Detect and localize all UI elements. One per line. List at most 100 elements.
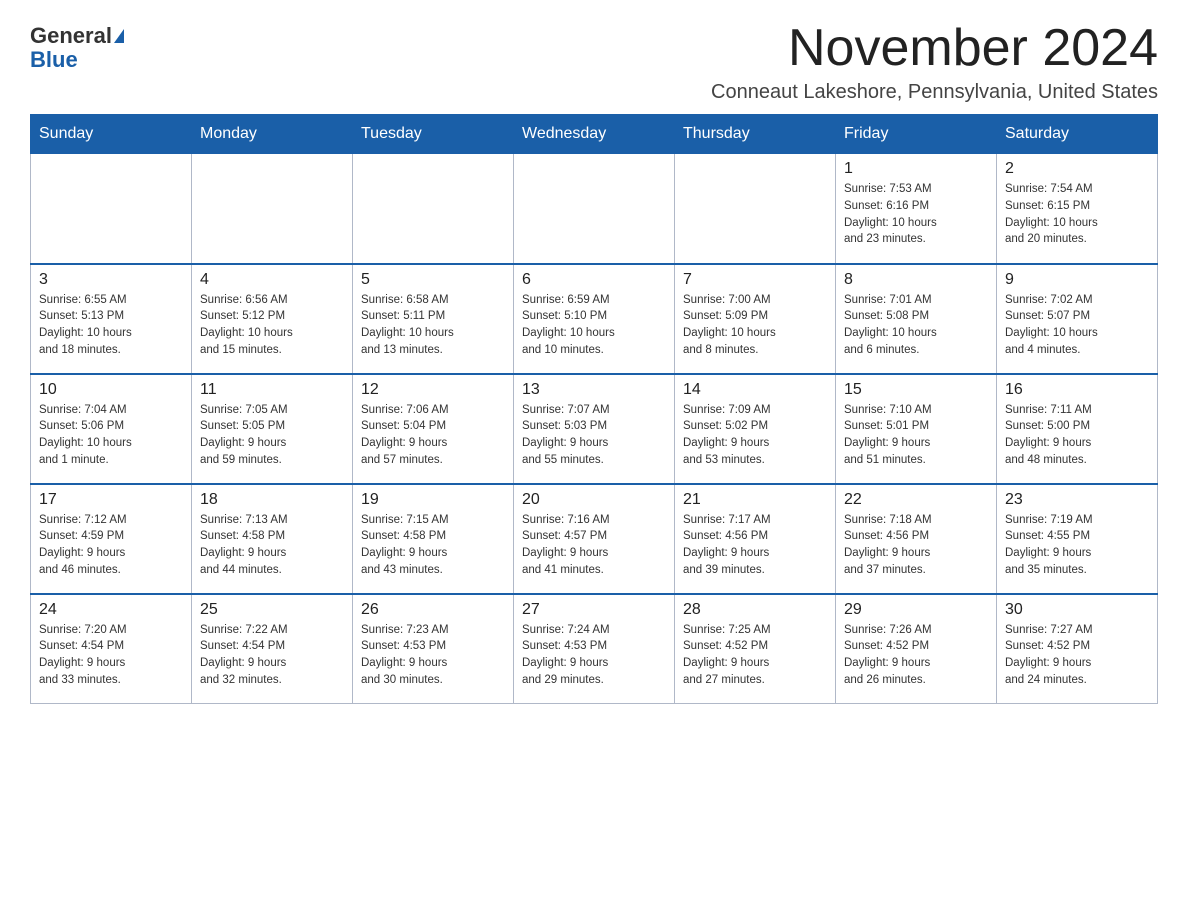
calendar-cell: 12Sunrise: 7:06 AM Sunset: 5:04 PM Dayli… (353, 374, 514, 484)
day-info: Sunrise: 7:13 AM Sunset: 4:58 PM Dayligh… (200, 512, 344, 579)
calendar-week-row: 10Sunrise: 7:04 AM Sunset: 5:06 PM Dayli… (31, 374, 1158, 484)
calendar-cell: 5 Sunrise: 6:58 AM Sunset: 5:11 PM Daylig… (353, 264, 514, 374)
day-info: Sunrise: 7:10 AM Sunset: 5:01 PM Dayligh… (844, 402, 988, 469)
day-info: Sunrise: 7:17 AM Sunset: 4:56 PM Dayligh… (683, 512, 827, 579)
day-number: 24 (39, 601, 183, 619)
day-number: 16 (1005, 381, 1149, 399)
logo-triangle-icon (114, 29, 124, 43)
calendar-table: SundayMondayTuesdayWednesdayThursdayFrid… (30, 114, 1158, 704)
calendar-cell: 30 Sunrise: 7:27 AM Sunset: 4:52 PM Dayli… (997, 594, 1158, 704)
calendar-cell: 15 Sunrise: 7:10 AM Sunset: 5:01 PM Dayli… (836, 374, 997, 484)
day-number: 17 (39, 491, 183, 509)
day-number: 11 (200, 381, 344, 399)
calendar-cell: 23 Sunrise: 7:19 AM Sunset: 4:55 PM Dayli… (997, 484, 1158, 594)
day-info: Sunrise: 7:22 AM Sunset: 4:54 PM Dayligh… (200, 622, 344, 689)
day-number: 14 (683, 381, 827, 399)
column-header-saturday: Saturday (997, 115, 1158, 154)
day-info: Sunrise: 7:25 AM Sunset: 4:52 PM Dayligh… (683, 622, 827, 689)
day-number: 26 (361, 601, 505, 619)
calendar-cell: 3 Sunrise: 6:55 AM Sunset: 5:13 PM Daylig… (31, 264, 192, 374)
day-number: 9 (1005, 271, 1149, 289)
day-number: 19 (361, 491, 505, 509)
day-number: 12 (361, 381, 505, 399)
day-info: Sunrise: 7:05 AM Sunset: 5:05 PM Dayligh… (200, 402, 344, 469)
day-info: Sunrise: 7:15 AM Sunset: 4:58 PM Dayligh… (361, 512, 505, 579)
day-number: 15 (844, 381, 988, 399)
day-info: Sunrise: 7:23 AM Sunset: 4:53 PM Dayligh… (361, 622, 505, 689)
calendar-cell (675, 154, 836, 264)
day-info: Sunrise: 7:02 AM Sunset: 5:07 PM Dayligh… (1005, 292, 1149, 359)
calendar-cell (353, 154, 514, 264)
calendar-cell: 2 Sunrise: 7:54 AM Sunset: 6:15 PM Daylig… (997, 154, 1158, 264)
day-number: 5 (361, 271, 505, 289)
day-info: Sunrise: 7:18 AM Sunset: 4:56 PM Dayligh… (844, 512, 988, 579)
day-number: 2 (1005, 160, 1149, 178)
column-header-thursday: Thursday (675, 115, 836, 154)
day-number: 23 (1005, 491, 1149, 509)
calendar-cell: 13 Sunrise: 7:07 AM Sunset: 5:03 PM Dayli… (514, 374, 675, 484)
day-info: Sunrise: 7:16 AM Sunset: 4:57 PM Dayligh… (522, 512, 666, 579)
day-info: Sunrise: 7:20 AM Sunset: 4:54 PM Dayligh… (39, 622, 183, 689)
calendar-cell (514, 154, 675, 264)
logo: General Blue (30, 20, 124, 73)
calendar-cell: 14 Sunrise: 7:09 AM Sunset: 5:02 PM Dayli… (675, 374, 836, 484)
day-info: Sunrise: 7:07 AM Sunset: 5:03 PM Dayligh… (522, 402, 666, 469)
title-block: November 2024 Conneaut Lakeshore, Pennsy… (711, 20, 1158, 104)
calendar-header-row: SundayMondayTuesdayWednesdayThursdayFrid… (31, 115, 1158, 154)
day-number: 10 (39, 381, 183, 399)
column-header-sunday: Sunday (31, 115, 192, 154)
calendar-cell: 10Sunrise: 7:04 AM Sunset: 5:06 PM Dayli… (31, 374, 192, 484)
day-number: 27 (522, 601, 666, 619)
calendar-cell: 20 Sunrise: 7:16 AM Sunset: 4:57 PM Dayli… (514, 484, 675, 594)
column-header-monday: Monday (192, 115, 353, 154)
logo-name-part1: General (30, 25, 112, 47)
calendar-cell: 16 Sunrise: 7:11 AM Sunset: 5:00 PM Dayli… (997, 374, 1158, 484)
day-info: Sunrise: 7:24 AM Sunset: 4:53 PM Dayligh… (522, 622, 666, 689)
day-info: Sunrise: 7:53 AM Sunset: 6:16 PM Dayligh… (844, 181, 988, 248)
calendar-cell: 27 Sunrise: 7:24 AM Sunset: 4:53 PM Dayli… (514, 594, 675, 704)
column-header-friday: Friday (836, 115, 997, 154)
day-number: 13 (522, 381, 666, 399)
day-number: 29 (844, 601, 988, 619)
day-info: Sunrise: 7:12 AM Sunset: 4:59 PM Dayligh… (39, 512, 183, 579)
day-info: Sunrise: 7:00 AM Sunset: 5:09 PM Dayligh… (683, 292, 827, 359)
calendar-cell: 17 Sunrise: 7:12 AM Sunset: 4:59 PM Dayli… (31, 484, 192, 594)
day-number: 20 (522, 491, 666, 509)
day-info: Sunrise: 7:11 AM Sunset: 5:00 PM Dayligh… (1005, 402, 1149, 469)
calendar-cell: 19 Sunrise: 7:15 AM Sunset: 4:58 PM Dayli… (353, 484, 514, 594)
calendar-cell: 11 Sunrise: 7:05 AM Sunset: 5:05 PM Dayli… (192, 374, 353, 484)
column-header-wednesday: Wednesday (514, 115, 675, 154)
calendar-cell (192, 154, 353, 264)
calendar-week-row: 1 Sunrise: 7:53 AM Sunset: 6:16 PM Daylig… (31, 154, 1158, 264)
month-year-title: November 2024 (711, 20, 1158, 77)
calendar-cell: 4Sunrise: 6:56 AM Sunset: 5:12 PM Daylig… (192, 264, 353, 374)
page-header: General Blue November 2024 Conneaut Lake… (30, 20, 1158, 104)
day-number: 30 (1005, 601, 1149, 619)
location-subtitle: Conneaut Lakeshore, Pennsylvania, United… (711, 81, 1158, 104)
day-number: 1 (844, 160, 988, 178)
day-info: Sunrise: 7:26 AM Sunset: 4:52 PM Dayligh… (844, 622, 988, 689)
day-number: 6 (522, 271, 666, 289)
day-info: Sunrise: 7:27 AM Sunset: 4:52 PM Dayligh… (1005, 622, 1149, 689)
day-info: Sunrise: 6:58 AM Sunset: 5:11 PM Dayligh… (361, 292, 505, 359)
calendar-cell: 28 Sunrise: 7:25 AM Sunset: 4:52 PM Dayli… (675, 594, 836, 704)
calendar-cell (31, 154, 192, 264)
day-info: Sunrise: 6:55 AM Sunset: 5:13 PM Dayligh… (39, 292, 183, 359)
calendar-cell: 7Sunrise: 7:00 AM Sunset: 5:09 PM Daylig… (675, 264, 836, 374)
calendar-cell: 6Sunrise: 6:59 AM Sunset: 5:10 PM Daylig… (514, 264, 675, 374)
day-info: Sunrise: 7:54 AM Sunset: 6:15 PM Dayligh… (1005, 181, 1149, 248)
calendar-week-row: 24 Sunrise: 7:20 AM Sunset: 4:54 PM Dayli… (31, 594, 1158, 704)
calendar-cell: 1 Sunrise: 7:53 AM Sunset: 6:16 PM Daylig… (836, 154, 997, 264)
day-info: Sunrise: 7:09 AM Sunset: 5:02 PM Dayligh… (683, 402, 827, 469)
calendar-cell: 25Sunrise: 7:22 AM Sunset: 4:54 PM Dayli… (192, 594, 353, 704)
day-info: Sunrise: 7:19 AM Sunset: 4:55 PM Dayligh… (1005, 512, 1149, 579)
calendar-cell: 21Sunrise: 7:17 AM Sunset: 4:56 PM Dayli… (675, 484, 836, 594)
day-number: 3 (39, 271, 183, 289)
calendar-week-row: 3 Sunrise: 6:55 AM Sunset: 5:13 PM Daylig… (31, 264, 1158, 374)
day-number: 28 (683, 601, 827, 619)
day-number: 4 (200, 271, 344, 289)
calendar-cell: 26 Sunrise: 7:23 AM Sunset: 4:53 PM Dayli… (353, 594, 514, 704)
column-header-tuesday: Tuesday (353, 115, 514, 154)
calendar-cell: 29 Sunrise: 7:26 AM Sunset: 4:52 PM Dayli… (836, 594, 997, 704)
day-info: Sunrise: 7:01 AM Sunset: 5:08 PM Dayligh… (844, 292, 988, 359)
